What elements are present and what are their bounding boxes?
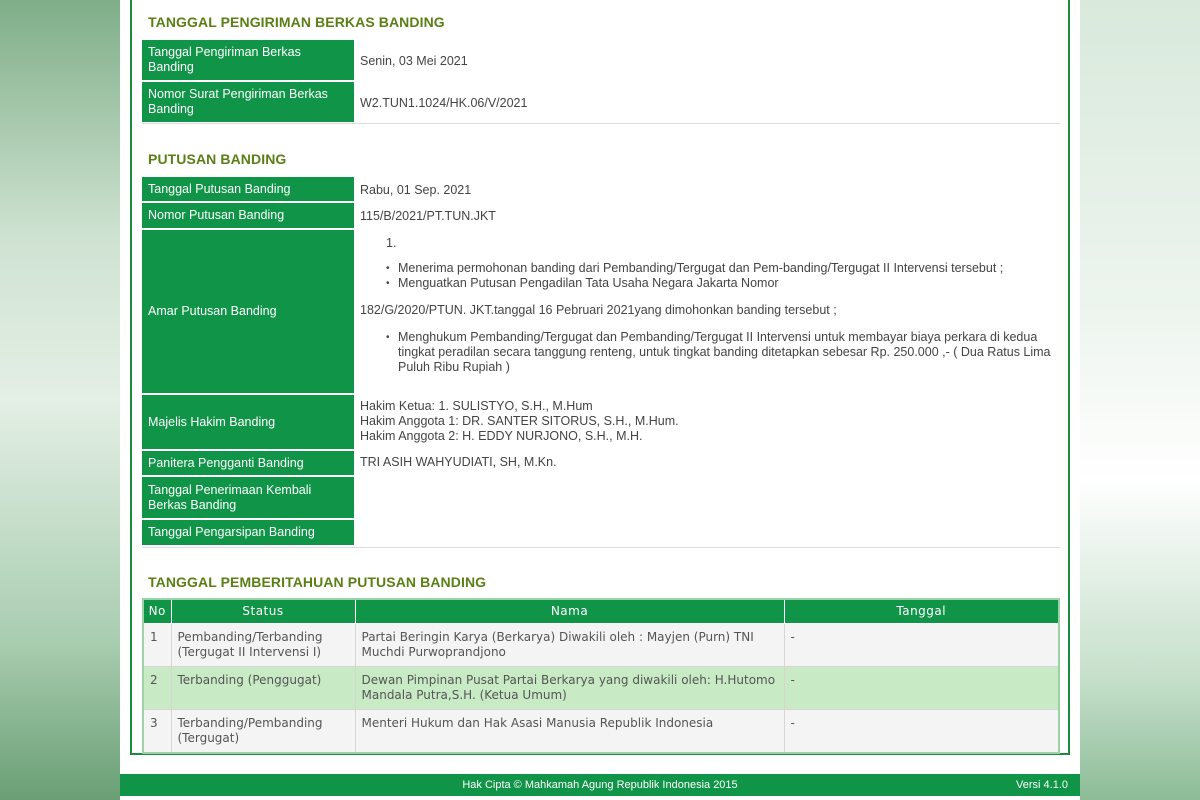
majelis-line: Hakim Anggota 1: DR. SANTER SITORUS, S.H… — [360, 414, 679, 428]
cell-nama: Dewan Pimpinan Pusat Partai Berkarya yan… — [354, 665, 785, 710]
kv-value: TRI ASIH WAHYUDIATI, SH, M.Kn. — [360, 455, 557, 469]
kv-label: Tanggal Pengarsipan Banding — [142, 520, 354, 547]
cell-no: 3 — [142, 708, 172, 753]
kv-value: Rabu, 01 Sep. 2021 — [360, 182, 472, 197]
divider — [142, 547, 1060, 548]
kv-label: Panitera Pengganti Banding — [142, 451, 354, 477]
table-row: 1 Pembanding/Terbanding (Tergugat II Int… — [142, 622, 1060, 667]
divider — [142, 123, 1060, 124]
majelis-line: Hakim Anggota 2: H. EDDY NURJONO, S.H., … — [360, 429, 643, 443]
cell-tanggal: - — [783, 622, 1060, 667]
amar-mid-text: 182/G/2020/PTUN. JKT.tanggal 16 Pebruari… — [360, 303, 837, 317]
cell-no: 1 — [142, 622, 172, 667]
page: TANGGAL PENGIRIMAN BERKAS BANDING Tangga… — [120, 0, 1080, 800]
cell-nama: Partai Beringin Karya (Berkarya) Diwakil… — [354, 622, 785, 667]
table-row: 2 Terbanding (Penggugat) Dewan Pimpinan … — [142, 665, 1060, 710]
kv-row: Nomor Putusan Banding 115/B/2021/PT.TUN.… — [142, 203, 1060, 230]
cell-no: 2 — [142, 665, 172, 710]
kv-row-amar: Amar Putusan Banding 1. Menerima permoho… — [142, 230, 1060, 395]
pengiriman-table: Tanggal Pengiriman Berkas Banding Senin,… — [142, 40, 1060, 124]
amar-content: 1. Menerima permohonan banding dari Pemb… — [354, 230, 1060, 395]
footer-version: Versi 4.1.0 — [1016, 779, 1068, 791]
cell-status: Terbanding (Penggugat) — [170, 665, 356, 710]
section-title-pengiriman: TANGGAL PENGIRIMAN BERKAS BANDING — [148, 14, 445, 30]
kv-row: Tanggal Putusan Banding Rabu, 01 Sep. 20… — [142, 177, 1060, 203]
kv-value: W2.TUN1.1024/HK.06/V/2021 — [360, 95, 528, 110]
kv-row: Nomor Surat Pengiriman Berkas Banding W2… — [142, 82, 1060, 124]
section-title-putusan: PUTUSAN BANDING — [148, 151, 287, 167]
footer: Hak Cipta © Mahkamah Agung Republik Indo… — [120, 774, 1080, 796]
list-item: Menghukum Pembanding/Tergugat dan Pemban… — [386, 330, 1054, 375]
kv-row: Tanggal Penerimaan Kembali Berkas Bandin… — [142, 477, 1060, 520]
list-item: Menerima permohonan banding dari Pemband… — [386, 261, 1003, 276]
kv-label: Nomor Surat Pengiriman Berkas Banding — [142, 82, 354, 124]
amar-list-a: Menerima permohonan banding dari Pemband… — [386, 261, 1003, 291]
kv-label: Amar Putusan Banding — [142, 230, 354, 395]
majelis-value: Hakim Ketua: 1. SULISTYO, S.H., M.Hum Ha… — [354, 395, 1060, 451]
table-row: 3 Terbanding/Pembanding (Tergugat) Mente… — [142, 708, 1060, 753]
kv-value: 115/B/2021/PT.TUN.JKT — [360, 209, 496, 223]
cell-status: Pembanding/Terbanding (Tergugat II Inter… — [170, 622, 356, 667]
column-header-status: Status — [170, 598, 356, 624]
column-header-tanggal: Tanggal — [783, 598, 1060, 624]
kv-row: Majelis Hakim Banding Hakim Ketua: 1. SU… — [142, 395, 1060, 451]
kv-label: Nomor Putusan Banding — [142, 203, 354, 230]
kv-row: Tanggal Pengarsipan Banding — [142, 520, 1060, 547]
column-header-nama: Nama — [354, 598, 785, 624]
kv-label: Majelis Hakim Banding — [142, 395, 354, 451]
majelis-line: Hakim Ketua: 1. SULISTYO, S.H., M.Hum — [360, 399, 593, 413]
column-header-no: No — [142, 598, 172, 624]
kv-value: Senin, 03 Mei 2021 — [360, 53, 468, 68]
putusan-table: Tanggal Putusan Banding Rabu, 01 Sep. 20… — [142, 177, 1060, 547]
cell-nama: Menteri Hukum dan Hak Asasi Manusia Repu… — [354, 708, 785, 753]
amar-number: 1. — [386, 236, 397, 250]
background-right — [1080, 0, 1200, 800]
kv-label: Tanggal Pengiriman Berkas Banding — [142, 40, 354, 82]
section-title-pemberitahuan: TANGGAL PEMBERITAHUAN PUTUSAN BANDING — [148, 574, 487, 590]
cell-tanggal: - — [783, 665, 1060, 710]
kv-row: Panitera Pengganti Banding TRI ASIH WAHY… — [142, 451, 1060, 477]
table-header-row: No Status Nama Tanggal — [142, 598, 1060, 624]
kv-value — [354, 520, 1060, 547]
background-left — [0, 0, 120, 800]
cell-status: Terbanding/Pembanding (Tergugat) — [170, 708, 356, 753]
kv-label: Tanggal Putusan Banding — [142, 177, 354, 203]
footer-copyright: Hak Cipta © Mahkamah Agung Republik Indo… — [462, 779, 738, 791]
amar-list-b: Menghukum Pembanding/Tergugat dan Pemban… — [386, 330, 1054, 375]
list-item: Menguatkan Putusan Pengadilan Tata Usaha… — [386, 276, 1003, 291]
kv-label: Tanggal Penerimaan Kembali Berkas Bandin… — [142, 477, 354, 520]
content-frame: TANGGAL PENGIRIMAN BERKAS BANDING Tangga… — [130, 0, 1070, 755]
cell-tanggal: - — [783, 708, 1060, 753]
kv-row: Tanggal Pengiriman Berkas Banding Senin,… — [142, 40, 1060, 82]
pemberitahuan-table: No Status Nama Tanggal 1 Pembanding/Terb… — [142, 598, 1060, 754]
kv-value — [354, 477, 1060, 520]
